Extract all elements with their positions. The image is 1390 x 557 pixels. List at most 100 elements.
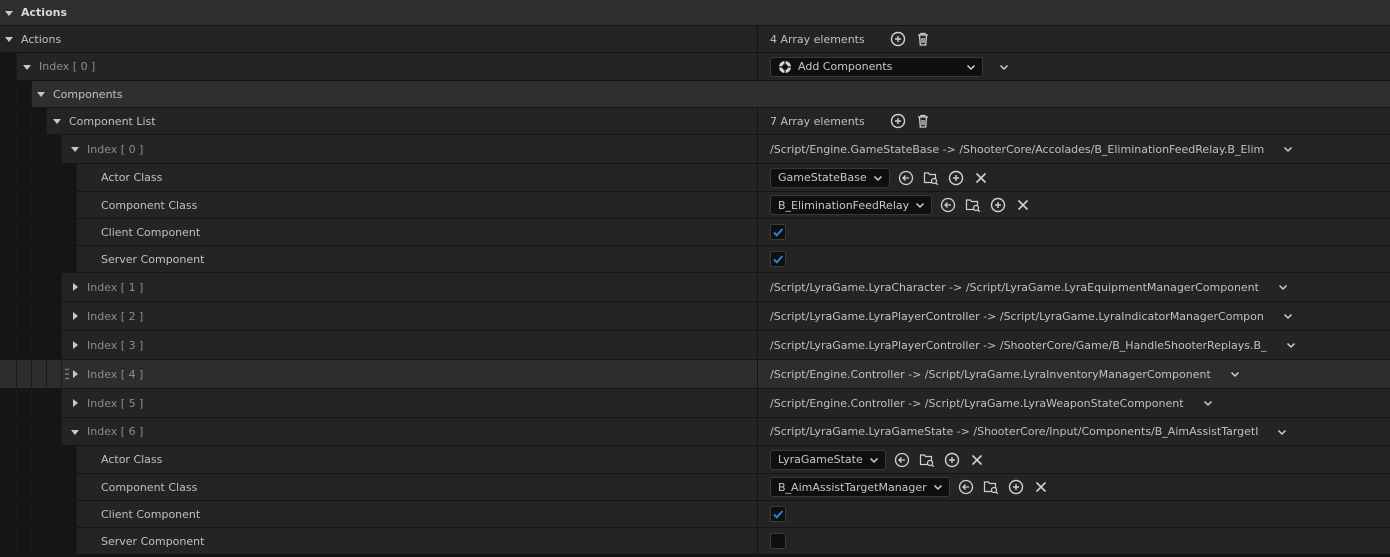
server-component-checkbox[interactable] [770,251,786,267]
browse-icon[interactable] [922,169,940,187]
actor-class-value: LyraGameState [778,453,863,466]
client-component-checkbox[interactable] [770,506,786,522]
add-circle-icon[interactable] [989,196,1007,214]
chevron-down-icon[interactable] [1286,340,1296,350]
browse-icon[interactable] [918,451,936,469]
array-count: 4 Array elements [770,32,865,46]
component-item-1-row[interactable]: Index [ 1 ] /Script/LyraGame.LyraCharact… [0,273,1390,301]
actor-class-row: Actor Class GameStateBase [0,164,1390,191]
component-class-row: Component Class B_EliminationFeedRelay [0,192,1390,218]
triangle-down-icon[interactable] [52,116,62,126]
actor-class-combo[interactable]: GameStateBase [770,167,890,188]
triangle-right-icon[interactable] [70,282,80,292]
item-summary: /Script/LyraGame.LyraPlayerController ->… [770,338,1267,352]
component-item-5-row[interactable]: Index [ 5 ] /Script/Engine.Controller ->… [0,389,1390,417]
chevron-down-icon [869,455,879,465]
item-index-label: Index [ 0 ] [87,142,144,156]
client-component-row: Client Component [0,219,1390,245]
actor-class-value: GameStateBase [778,171,867,184]
triangle-down-icon[interactable] [70,144,80,154]
component-class-combo[interactable]: B_AimAssistTargetManager [770,477,950,497]
item-index-label: Index [ 5 ] [87,396,144,410]
triangle-down-icon[interactable] [4,8,14,18]
components-category-row[interactable]: Components [0,81,1390,107]
components-label: Components [53,87,123,101]
clear-icon[interactable] [1014,196,1032,214]
item-summary: /Script/LyraGame.LyraCharacter -> /Scrip… [770,280,1259,294]
triangle-right-icon[interactable] [70,311,80,321]
check-icon [773,228,784,237]
item-index-label: Index [ 1 ] [87,280,144,294]
client-component-row: Client Component [0,501,1390,527]
use-selected-icon[interactable] [939,196,957,214]
array-count: 7 Array elements [770,114,865,128]
chevron-down-icon[interactable] [1283,144,1293,154]
drag-handle-icon[interactable] [65,368,69,380]
chevron-down-icon [966,62,976,72]
actor-class-label: Actor Class [101,171,163,184]
component-list-row[interactable]: Component List 7 Array elements [0,108,1390,134]
client-component-label: Client Component [101,507,201,521]
chevron-down-icon[interactable] [1283,311,1293,321]
clear-icon[interactable] [972,169,990,187]
use-selected-icon[interactable] [957,478,975,496]
component-class-combo[interactable]: B_EliminationFeedRelay [770,195,933,215]
use-selected-icon[interactable] [893,451,911,469]
server-component-checkbox[interactable] [770,533,786,549]
chevron-down-icon[interactable] [1278,282,1288,292]
item-index-label: Index [ 3 ] [87,338,144,352]
actor-class-row: Actor Class LyraGameState [0,446,1390,473]
add-circle-icon[interactable] [889,112,907,130]
action-index-label: Index [ 0 ] [39,60,96,73]
actor-class-combo[interactable]: LyraGameState [770,449,886,470]
actions-array-row[interactable]: Actions 4 Array elements [0,26,1390,52]
item-index-label: Index [ 4 ] [87,367,144,381]
section-header-actions[interactable]: Actions [0,0,1390,25]
chevron-down-icon[interactable] [1203,398,1213,408]
component-list-label: Component List [69,114,156,128]
chevron-down-icon[interactable] [1230,369,1240,379]
use-selected-icon[interactable] [897,169,915,187]
component-item-4-row[interactable]: Index [ 4 ] /Script/Engine.Controller ->… [0,360,1390,388]
triangle-right-icon[interactable] [70,398,80,408]
component-item-3-row[interactable]: Index [ 3 ] /Script/LyraGame.LyraPlayerC… [0,331,1390,359]
server-component-row: Server Component [0,528,1390,554]
chevron-down-icon [915,200,925,210]
chevron-down-icon [933,482,943,492]
check-icon [773,510,784,519]
clear-icon[interactable] [1032,478,1050,496]
clear-icon[interactable] [968,451,986,469]
section-title: Actions [21,6,67,19]
server-component-label: Server Component [101,252,205,266]
action-index-0-row[interactable]: Index [ 0 ] Add Components [0,53,1390,80]
add-circle-icon[interactable] [943,451,961,469]
client-component-checkbox[interactable] [770,224,786,240]
browse-icon[interactable] [982,478,1000,496]
item-summary: /Script/Engine.Controller -> /Script/Lyr… [770,396,1184,410]
triangle-down-icon[interactable] [36,89,46,99]
component-class-row: Component Class B_AimAssistTargetManager [0,474,1390,500]
chevron-down-icon[interactable] [999,62,1009,72]
add-circle-icon[interactable] [1007,478,1025,496]
actor-class-label: Actor Class [101,453,163,466]
component-class-value: B_AimAssistTargetManager [778,480,927,494]
browse-icon[interactable] [964,196,982,214]
triangle-down-icon[interactable] [4,34,14,44]
trash-icon[interactable] [914,30,932,48]
component-item-6-row[interactable]: Index [ 6 ] /Script/LyraGame.LyraGameSta… [0,418,1390,445]
item-summary: /Script/Engine.Controller -> /Script/Lyr… [770,367,1211,381]
action-type-combo[interactable]: Add Components [770,56,983,77]
server-component-row: Server Component [0,246,1390,272]
triangle-right-icon[interactable] [70,369,80,379]
component-item-2-row[interactable]: Index [ 2 ] /Script/LyraGame.LyraPlayerC… [0,302,1390,330]
chevron-down-icon[interactable] [1277,427,1287,437]
add-circle-icon[interactable] [889,30,907,48]
actions-label: Actions [21,32,62,46]
item-summary: /Script/Engine.GameStateBase -> /Shooter… [770,142,1265,156]
component-item-0-row[interactable]: Index [ 0 ] /Script/Engine.GameStateBase… [0,135,1390,163]
triangle-down-icon[interactable] [22,62,32,72]
trash-icon[interactable] [914,112,932,130]
add-circle-icon[interactable] [947,169,965,187]
triangle-down-icon[interactable] [70,427,80,437]
triangle-right-icon[interactable] [70,340,80,350]
